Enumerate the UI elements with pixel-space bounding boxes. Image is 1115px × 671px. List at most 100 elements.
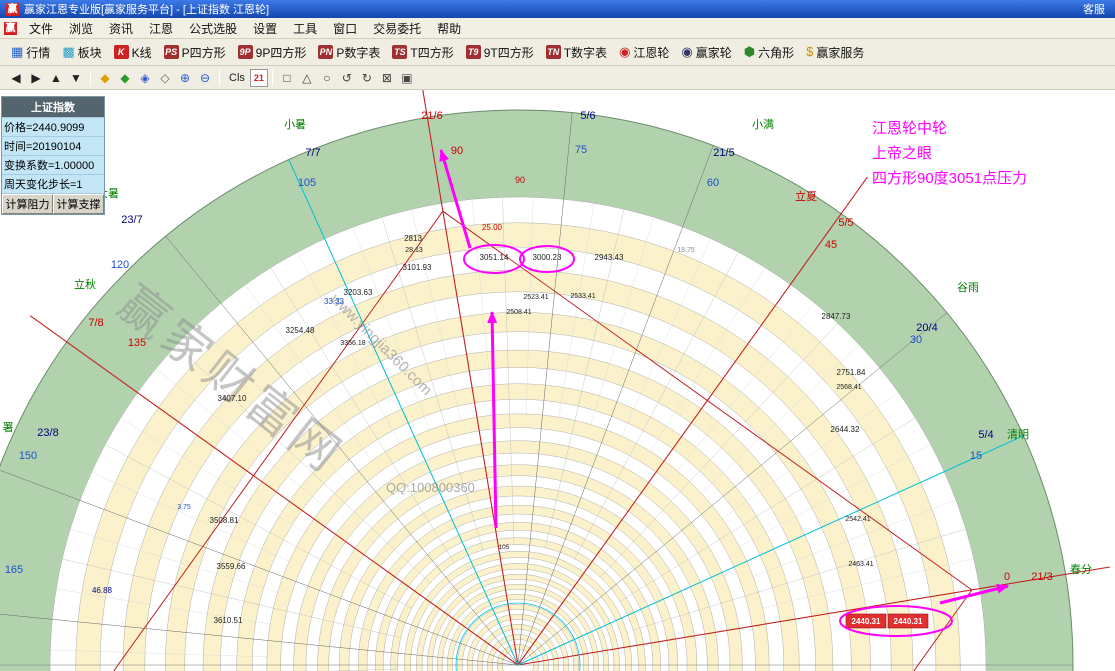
tool-rect-tool[interactable]: □ xyxy=(277,69,297,87)
toolbar-gann-wheel[interactable]: ◉江恩轮 xyxy=(613,42,675,63)
tool-calendar-21[interactable]: 21 xyxy=(250,69,268,87)
tool-rotate-left-tool[interactable]: ↺ xyxy=(337,69,357,87)
wheel-value: 90 xyxy=(515,175,525,185)
wheel-value: 3101.93 xyxy=(403,263,432,272)
winner-service-icon: $ xyxy=(806,45,813,59)
tool-zoom-out[interactable]: ⊖ xyxy=(195,69,215,87)
toolbar-9p-square-label: 9P四方形 xyxy=(256,44,307,61)
tool-triangle-tool[interactable]: △ xyxy=(297,69,317,87)
app-logo-icon-small: 赢 xyxy=(4,22,17,35)
wheel-outer-label: 60 xyxy=(707,177,719,189)
wheel-outer-label: 小满 xyxy=(752,118,774,131)
toolbar-t-square[interactable]: TST四方形 xyxy=(386,42,459,63)
toolbar-9p-square[interactable]: 9P9P四方形 xyxy=(232,42,313,63)
t-number-table-icon: TN xyxy=(546,45,561,59)
wheel-value: 46.88 xyxy=(92,586,113,595)
menu-item-2[interactable]: 资讯 xyxy=(101,18,141,39)
menu-item-1[interactable]: 浏览 xyxy=(61,18,101,39)
9p-square-icon: 9P xyxy=(238,45,253,59)
tool-diamond-outline[interactable]: ◇ xyxy=(155,69,175,87)
p-square-icon: PS xyxy=(164,45,179,59)
wheel-outer-label: 75 xyxy=(575,144,587,156)
tool-circle-tool[interactable]: ○ xyxy=(317,69,337,87)
wheel-outer-label: 谷雨 xyxy=(957,281,979,294)
toolbar-t-number-table-label: T数字表 xyxy=(564,44,607,61)
wheel-outer-label: 165 xyxy=(5,564,23,576)
menu-item-9[interactable]: 帮助 xyxy=(429,18,469,39)
wheel-value: 2523.41 xyxy=(523,294,548,301)
menu-item-4[interactable]: 公式选股 xyxy=(181,18,245,39)
tool-screen-tool[interactable]: ▣ xyxy=(397,69,417,87)
toolbar-kline[interactable]: KK线 xyxy=(108,42,158,63)
menu-item-0[interactable]: 文件 xyxy=(21,18,61,39)
tool-zoom-in[interactable]: ⊕ xyxy=(175,69,195,87)
menu-item-8[interactable]: 交易委托 xyxy=(365,18,429,39)
toolbar-winner-wheel[interactable]: ◉ 赢家轮 xyxy=(675,42,737,63)
wheel-value: 3254.48 xyxy=(286,326,315,335)
menu-item-7[interactable]: 窗口 xyxy=(325,18,365,39)
tool-prev[interactable]: ◀ xyxy=(6,69,26,87)
menu-item-3[interactable]: 江恩 xyxy=(141,18,181,39)
gann-wheel-canvas[interactable]: 赢家财富网www.yingjia360.comQQ:100800360小暑21/… xyxy=(0,0,1115,671)
toolbar-hexagon-label: 六角形 xyxy=(758,44,794,61)
wheel-value: 3.75 xyxy=(177,504,191,511)
wheel-value: 2463.41 xyxy=(848,561,873,568)
wheel-value: 33.33 xyxy=(324,297,345,306)
quote-info-panel: 上证指数 价格=2440.9099时间=20190104变换系数=1.00000… xyxy=(1,96,105,215)
wheel-value: 2542.41 xyxy=(845,516,870,523)
wheel-outer-label: 45 xyxy=(825,239,837,251)
menu-item-6[interactable]: 工具 xyxy=(285,18,325,39)
toolbar-p-number-table-label: P数字表 xyxy=(336,44,380,61)
toolbar-t-number-table[interactable]: TNT数字表 xyxy=(540,42,613,63)
wheel-value: 25.00 xyxy=(482,223,503,232)
toolbar-gann-wheel-label: 江恩轮 xyxy=(633,44,669,61)
wheel-value: 105 xyxy=(499,544,510,551)
customer-service-link[interactable]: 客服 xyxy=(1079,1,1109,17)
toolbar-t-square-label: T四方形 xyxy=(410,44,453,61)
wheel-outer-label: 春分 xyxy=(1070,563,1092,576)
toolbar-9t-square[interactable]: T99T四方形 xyxy=(460,42,540,63)
wheel-value: 3559.66 xyxy=(217,562,246,571)
winner-wheel-icon: ◉ xyxy=(681,45,692,59)
tool-pointer-up[interactable]: ▲ xyxy=(46,69,66,87)
toolbar-winner-wheel-label: 赢家轮 xyxy=(696,44,732,61)
toolbar-hexagon[interactable]: ⬢六角形 xyxy=(738,42,800,63)
toolbar-p-square[interactable]: PSP四方形 xyxy=(158,42,232,63)
wheel-value: 2847.73 xyxy=(822,312,851,321)
wheel-value: 2508.41 xyxy=(506,309,531,316)
wheel-value: 2533.41 xyxy=(570,293,595,300)
toolbar-p-number-table[interactable]: PNP数字表 xyxy=(312,42,386,63)
toolbar-quotes[interactable]: ▦行情 xyxy=(5,42,56,63)
wheel-value: 2568.41 xyxy=(836,384,861,391)
tool-diamond-yellow[interactable]: ◆ xyxy=(95,69,115,87)
tool-cls[interactable]: Cls xyxy=(224,69,250,87)
wheel-outer-label: 立秋 xyxy=(74,277,96,291)
calc-resistance-button[interactable]: 计算阻力 xyxy=(2,194,53,214)
info-panel-buttons: 计算阻力 计算支撑 xyxy=(2,193,104,214)
tool-diamond-blue[interactable]: ◈ xyxy=(135,69,155,87)
tool-diamond-green[interactable]: ◆ xyxy=(115,69,135,87)
tool-delete-tool[interactable]: ⊠ xyxy=(377,69,397,87)
toolbar-separator xyxy=(219,70,220,86)
tool-pointer-down[interactable]: ▼ xyxy=(66,69,86,87)
toolbar-p-square-label: P四方形 xyxy=(182,44,226,61)
wheel-outer-label: 23/8 xyxy=(37,427,58,439)
main-toolbar: ▦行情▩板块KK线PSP四方形9P9P四方形PNP数字表TST四方形T99T四方… xyxy=(0,39,1115,66)
toolbar-kline-label: K线 xyxy=(132,44,152,61)
info-row-time: 时间=20190104 xyxy=(2,136,104,155)
wheel-outer-label: 立夏 xyxy=(795,189,817,203)
menu-item-5[interactable]: 设置 xyxy=(245,18,285,39)
toolbar-sectors[interactable]: ▩板块 xyxy=(56,42,107,63)
wheel-outer-label: 0 xyxy=(1004,571,1010,583)
watermark-qq: QQ:100800360 xyxy=(386,480,475,495)
tool-next[interactable]: ▶ xyxy=(26,69,46,87)
wheel-outer-label: 7/8 xyxy=(88,317,103,329)
t-square-icon: TS xyxy=(392,45,407,59)
calc-support-button[interactable]: 计算支撑 xyxy=(53,194,104,214)
toolbar-winner-service[interactable]: $赢家服务 xyxy=(800,42,870,63)
kline-icon: K xyxy=(114,45,129,59)
app-window: 赢家财富网www.yingjia360.comQQ:100800360小暑21/… xyxy=(0,0,1115,671)
tool-rotate-right-tool[interactable]: ↻ xyxy=(357,69,377,87)
app-logo-icon: 赢 xyxy=(6,3,19,16)
wheel-outer-label: 21/3 xyxy=(1031,571,1052,583)
